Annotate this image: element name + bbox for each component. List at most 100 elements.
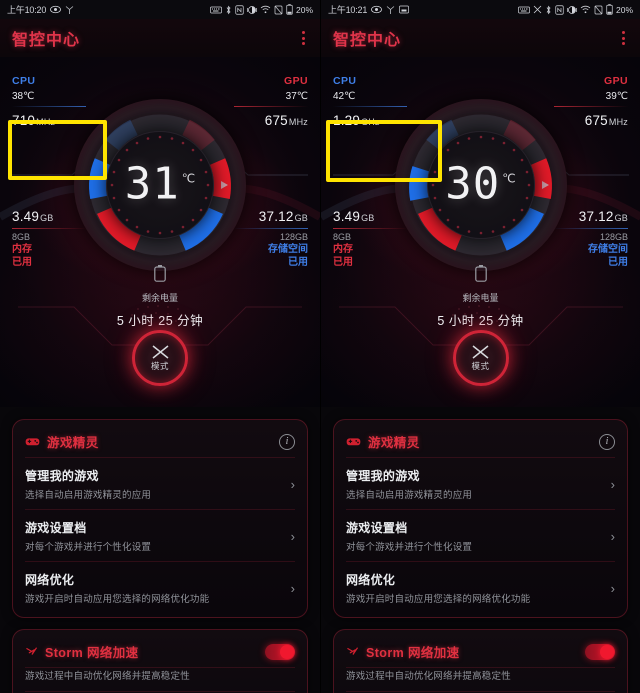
game-assistant-title: 游戏精灵 [47, 436, 99, 450]
storage-total: 128GB [279, 232, 308, 242]
antenna-icon [386, 5, 395, 15]
gpu-temperature: 39℃ [605, 91, 628, 102]
row-subtitle: 游戏开启时自动应用您选择的网络优化功能 [346, 594, 531, 605]
row-network-optimization[interactable]: 网络优化 游戏开启时自动应用您选择的网络优化功能 › [346, 561, 615, 613]
vibrate-icon [247, 5, 257, 15]
page-title: 智控中心 [333, 32, 402, 49]
battery-label: 剩余电量 [462, 293, 499, 303]
chevron-right-icon: › [610, 528, 615, 544]
nfc-icon [555, 4, 564, 15]
gpu-stat-block: GPU 39℃ 675MHz [554, 75, 628, 128]
temperature-unit: ℃ [502, 171, 516, 186]
battery-icon [474, 265, 487, 282]
gpu-temperature: 37℃ [285, 91, 308, 102]
app-title-bar: 智控中心 [0, 19, 320, 57]
cpu-stat-block: CPU 38℃ 710MHz [12, 75, 86, 128]
battery-block: 剩余电量 5 小时 25 分钟 [0, 265, 320, 329]
storm-title-group: Storm 网络加速 [346, 642, 460, 661]
info-icon[interactable]: i [279, 433, 295, 450]
keyboard-icon [518, 6, 530, 14]
comparison-stage: 上午10:20 20% 智控中心 31 ℃ CPU 38℃ 710MHz GPU… [0, 0, 640, 693]
storm-network-header: Storm 网络加速 [346, 642, 615, 661]
screenshot-icon [399, 5, 409, 14]
performance-dashboard: 30 ℃ CPU 42℃ 1.29GHz GPU 39℃ 675MHz 3.49… [321, 57, 640, 407]
memory-divider [333, 228, 407, 229]
row-subtitle: 选择自动启用游戏精灵的应用 [346, 490, 473, 501]
gpu-divider [234, 106, 308, 107]
status-bar-right: 20% [518, 4, 633, 15]
keyboard-icon [210, 6, 222, 14]
cpu-divider [333, 106, 407, 107]
battery-percent: 20% [295, 4, 313, 15]
row-subtitle: 游戏过程中自动优化网络并提高稳定性 [346, 671, 511, 682]
kebab-menu-icon[interactable] [619, 27, 628, 49]
temperature-value: 30 [445, 158, 501, 210]
gpu-frequency-value: 675 [264, 113, 288, 128]
battery-icon [286, 4, 293, 15]
row-texts: 网络优化 游戏开启时自动应用您选择的网络优化功能 [346, 571, 603, 605]
wifi-icon [260, 5, 271, 14]
no-sim-icon [594, 5, 603, 15]
page-title: 智控中心 [12, 32, 81, 49]
memory-stat-block: 3.49GB 8GB 内存 已用 [12, 209, 86, 269]
row-manage-games[interactable]: 管理我的游戏 选择自动启用游戏精灵的应用 › [346, 457, 615, 509]
vibrate-icon [567, 5, 577, 15]
info-icon[interactable]: i [599, 433, 615, 450]
row-texts: 游戏过程中自动优化网络并提高稳定性 [25, 668, 295, 682]
battery-icon [606, 4, 613, 15]
storage-used-value: 37.12 [258, 209, 294, 224]
app-title-bar: 智控中心 [321, 19, 640, 57]
mode-button[interactable]: 模式 [132, 330, 188, 386]
game-assistant-header: 游戏精灵 i [346, 432, 615, 451]
memory-stat-block: 3.49GB 8GB 内存 已用 [333, 209, 407, 269]
memory-used: 3.49GB [12, 209, 86, 224]
row-texts: 游戏设置档 对每个游戏并进行个性化设置 [25, 519, 283, 553]
row-texts: 管理我的游戏 选择自动启用游戏精灵的应用 [346, 467, 603, 501]
game-assistant-title: 游戏精灵 [368, 436, 420, 450]
gpu-frequency: 675MHz [234, 113, 308, 128]
eye-icon [371, 5, 383, 14]
cpu-temperature: 38℃ [12, 91, 35, 102]
status-bar-left: 上午10:21 [328, 3, 409, 16]
memory-divider [12, 228, 86, 229]
row-texts: 网络优化 游戏开启时自动应用您选择的网络优化功能 [25, 571, 283, 605]
game-assistant-header: 游戏精灵 i [25, 432, 295, 451]
storm-toggle[interactable] [585, 643, 615, 660]
settings-cards: 游戏精灵 i 管理我的游戏 选择自动启用游戏精灵的应用 › 游戏设置档 对每个游… [321, 407, 640, 693]
storage-stat-block: 37.12GB 128GB 存储空间 已用 [234, 209, 308, 269]
cpu-frequency-value: 710 [12, 113, 36, 128]
x-icon [533, 5, 542, 14]
mode-button[interactable]: 模式 [452, 330, 509, 386]
status-time: 上午10:20 [7, 5, 47, 15]
storm-network-card: Storm 网络加速 游戏过程中自动优化网络并提高稳定性 双Wi-Fi加速 同时… [12, 629, 308, 693]
storm-network-card: Storm 网络加速 游戏过程中自动优化网络并提高稳定性 双Wi-Fi加速 同时… [333, 629, 628, 693]
performance-dashboard: 31 ℃ CPU 38℃ 710MHz GPU 37℃ 675MHz 3.49G… [0, 57, 320, 407]
storm-title-group: Storm 网络加速 [25, 642, 139, 661]
gamepad-icon [25, 438, 40, 446]
row-title: 管理我的游戏 [346, 469, 420, 483]
kebab-menu-icon[interactable] [299, 27, 308, 49]
storm-title: Storm 网络加速 [366, 646, 460, 660]
battery-remaining: 5 小时 25 分钟 [116, 314, 204, 328]
row-game-profiles[interactable]: 游戏设置档 对每个游戏并进行个性化设置 › [25, 509, 295, 561]
cpu-frequency-unit: GHz [361, 117, 380, 127]
memory-tag-line1: 内存 [333, 244, 353, 255]
x-mode-icon [152, 344, 168, 359]
gpu-frequency-unit: MHz [288, 117, 308, 127]
row-network-optimization[interactable]: 网络优化 游戏开启时自动应用您选择的网络优化功能 › [25, 561, 295, 613]
cpu-temperature: 42℃ [333, 91, 356, 102]
phone-screenshot-after: 上午10:21 20% 智控中心 30 ℃ CPU 42℃ 1.29GHz GP… [320, 0, 640, 693]
row-game-profiles[interactable]: 游戏设置档 对每个游戏并进行个性化设置 › [346, 509, 615, 561]
row-manage-games[interactable]: 管理我的游戏 选择自动启用游戏精灵的应用 › [25, 457, 295, 509]
chevron-right-icon: › [290, 580, 295, 596]
storm-toggle[interactable] [265, 643, 295, 660]
gpu-frequency-unit: MHz [608, 117, 628, 127]
phone-screenshot-before: 上午10:20 20% 智控中心 31 ℃ CPU 38℃ 710MHz GPU… [0, 0, 320, 693]
cpu-stat-block: CPU 42℃ 1.29GHz [333, 75, 407, 128]
bluetooth-icon [545, 5, 552, 15]
memory-tag-line1: 内存 [12, 244, 32, 255]
temperature-unit: ℃ [181, 171, 196, 186]
system-gauge: 30 ℃ [394, 99, 567, 271]
x-mode-icon [472, 344, 489, 359]
row-title: 网络优化 [25, 573, 75, 587]
